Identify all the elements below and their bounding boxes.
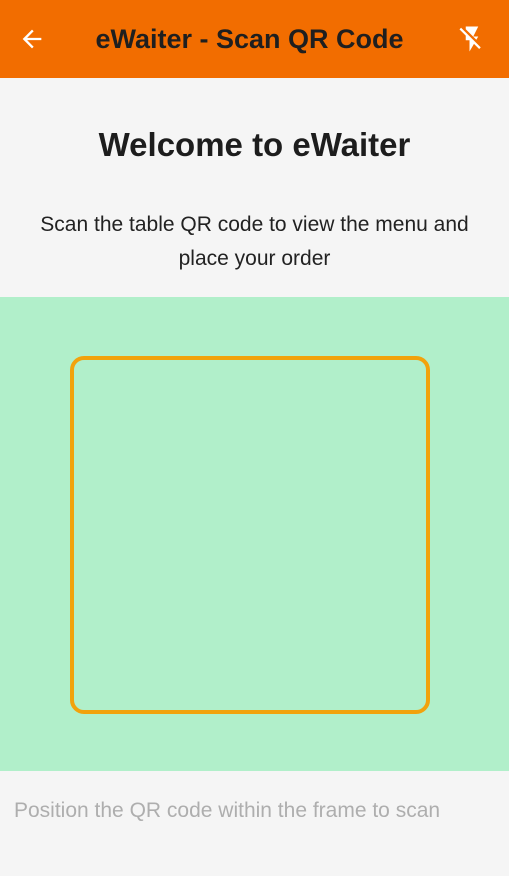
app-bar: eWaiter - Scan QR Code: [0, 0, 509, 78]
camera-preview[interactable]: [0, 297, 509, 771]
back-button[interactable]: [14, 19, 50, 59]
arrow-back-icon: [22, 29, 42, 49]
flash-off-icon: [459, 26, 481, 52]
qr-scan-screen: eWaiter - Scan QR Code Welcome to eWaite…: [0, 0, 509, 876]
flash-toggle-button[interactable]: [453, 20, 491, 58]
welcome-title: Welcome to eWaiter: [98, 126, 411, 163]
scan-instructions: Scan the table QR code to view the menu …: [40, 213, 469, 270]
scan-frame: [70, 356, 430, 714]
page-title: eWaiter - Scan QR Code: [95, 24, 404, 54]
scan-hint: Position the QR code within the frame to…: [14, 799, 441, 822]
